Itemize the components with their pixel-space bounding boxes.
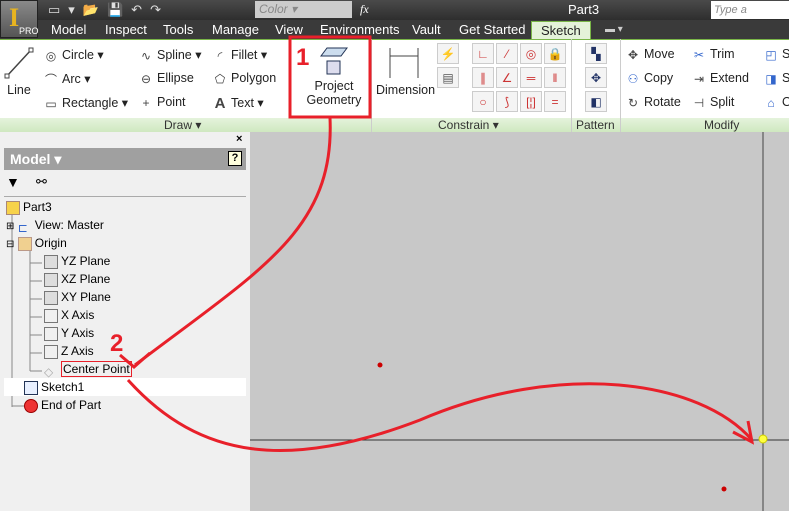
projected-center-point[interactable] [758,434,768,444]
edition-label: PRO [19,26,39,36]
annotation-arrowhead-1 [119,351,151,369]
annotation-step-2: 2 [110,330,124,357]
annotation-step-1: 1 [296,44,310,71]
sketch-point[interactable] [377,362,383,368]
canvas-overlay [119,35,789,511]
inventor-logo: I [9,3,20,32]
annotation-arrow-1 [134,117,332,367]
app-menu-button[interactable]: I PRO [0,0,39,38]
sketch-point[interactable] [721,486,727,492]
